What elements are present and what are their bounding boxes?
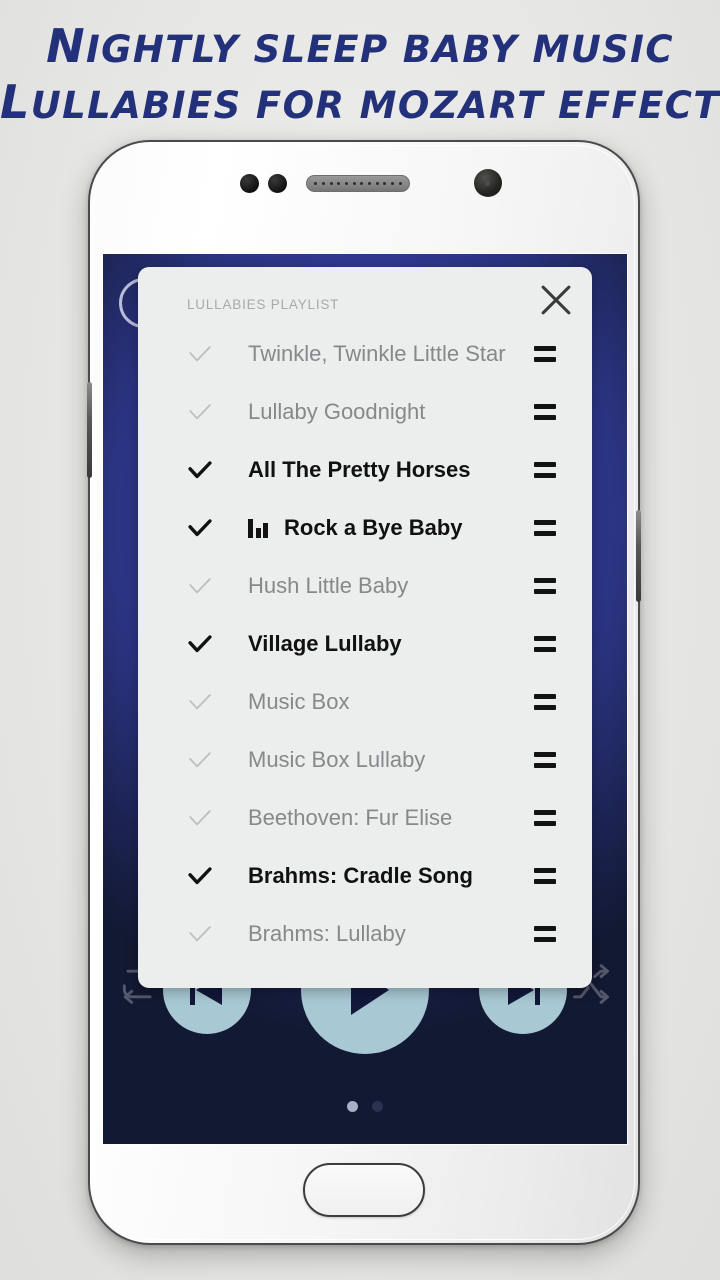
check-icon[interactable] [186,920,214,948]
drag-handle-icon[interactable] [534,926,556,942]
track-title: Lullaby Goodnight [248,399,426,424]
drag-handle-icon[interactable] [534,636,556,652]
track-title: Music Box Lullaby [248,747,426,772]
playlist-row[interactable]: Twinkle, Twinkle Little Star [138,325,592,383]
track-title: Village Lullaby [248,631,402,656]
playlist-panel: LULLABIES PLAYLIST Twinkle, Twinkle Litt… [138,267,592,988]
check-icon[interactable] [186,398,214,426]
playlist-row[interactable]: Music Box [138,673,592,731]
track-title: Hush Little Baby [248,573,409,598]
playlist-row[interactable]: Beethoven: Fur Elise [138,789,592,847]
playlist-row[interactable]: Hush Little Baby [138,557,592,615]
check-icon[interactable] [186,688,214,716]
check-icon[interactable] [186,630,214,658]
track-title: Beethoven: Fur Elise [248,805,453,830]
drag-handle-icon[interactable] [534,462,556,478]
track-title: Brahms: Lullaby [248,921,406,946]
drag-handle-icon[interactable] [534,868,556,884]
page-dot-1[interactable] [347,1101,358,1112]
drag-handle-icon[interactable] [534,346,556,362]
page-title: Nightly sleep baby music Lullabies for M… [0,20,720,132]
playlist-title: LULLABIES PLAYLIST [187,297,340,312]
home-button[interactable] [303,1163,425,1217]
check-icon[interactable] [186,514,214,542]
track-title: Twinkle, Twinkle Little Star [248,341,506,366]
track-title: All The Pretty Horses [248,457,471,482]
drag-handle-icon[interactable] [534,810,556,826]
playlist-row[interactable]: Rock a Bye Baby [138,499,592,557]
check-icon[interactable] [186,340,214,368]
playlist-row[interactable]: Lullaby Goodnight [138,383,592,441]
page-dot-2[interactable] [372,1101,383,1112]
check-icon[interactable] [186,456,214,484]
power-button[interactable] [636,510,641,602]
check-icon[interactable] [186,572,214,600]
playlist-row[interactable]: Brahms: Cradle Song [138,847,592,905]
proximity-sensor-icon [240,174,259,193]
check-icon[interactable] [186,746,214,774]
track-title: Brahms: Cradle Song [248,863,473,888]
phone-screen: LULLABIES PLAYLIST Twinkle, Twinkle Litt… [103,254,627,1144]
playlist-row[interactable]: Music Box Lullaby [138,731,592,789]
page-indicator [103,1101,627,1112]
playlist-row[interactable]: All The Pretty Horses [138,441,592,499]
phone-top-hardware [90,169,638,199]
front-camera-icon [474,169,502,197]
playlist-track-list: Twinkle, Twinkle Little Star Lullaby Good… [138,325,592,963]
phone-device-frame: LULLABIES PLAYLIST Twinkle, Twinkle Litt… [87,140,641,1245]
close-icon[interactable] [534,278,578,322]
earpiece-speaker-icon [306,175,410,192]
track-title: Rock a Bye Baby [284,515,463,540]
light-sensor-icon [268,174,287,193]
check-icon[interactable] [186,862,214,890]
drag-handle-icon[interactable] [534,520,556,536]
drag-handle-icon[interactable] [534,694,556,710]
track-title: Music Box [248,689,350,714]
playlist-row[interactable]: Brahms: Lullaby [138,905,592,963]
drag-handle-icon[interactable] [534,404,556,420]
playlist-header: LULLABIES PLAYLIST [138,267,592,325]
headline-line-2: Lullabies for Mozart effect [0,75,720,129]
now-playing-equalizer-icon [248,518,268,538]
playlist-row[interactable]: Village Lullaby [138,615,592,673]
headline-line-1: Nightly sleep baby music [46,19,674,73]
drag-handle-icon[interactable] [534,752,556,768]
check-icon[interactable] [186,804,214,832]
drag-handle-icon[interactable] [534,578,556,594]
volume-button[interactable] [87,382,92,478]
